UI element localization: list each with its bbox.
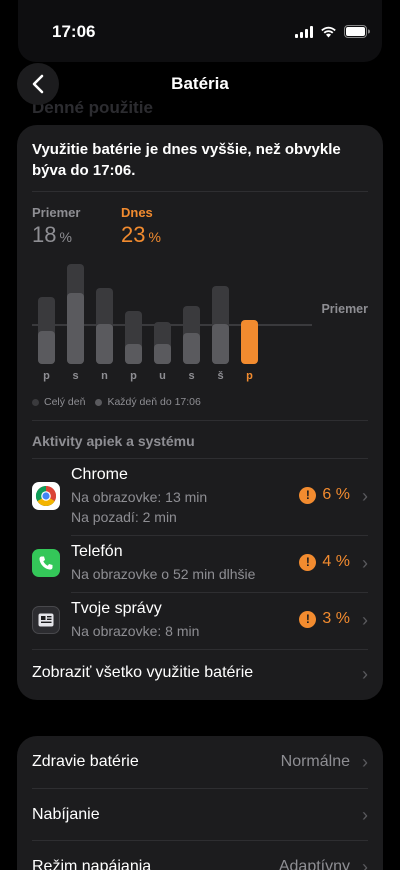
chart-bar[interactable]	[96, 255, 113, 364]
legend-item-until-now: Každý deň do 17:06	[95, 396, 201, 408]
news-icon	[32, 606, 60, 634]
row-label: Nabíjanie	[32, 806, 100, 823]
today-value: 23%	[121, 222, 161, 247]
average-label: Priemer	[32, 205, 81, 220]
activities-title: Aktivity apiek a systému	[32, 433, 195, 449]
chevron-right-icon: ›	[362, 805, 368, 825]
battery-health-row[interactable]: Zdravie batérie Normálne ›	[32, 752, 368, 772]
app-name: Tvoje správy	[71, 600, 162, 617]
warning-icon: !	[299, 486, 317, 504]
chart-bar[interactable]	[154, 255, 171, 364]
page-title: Batéria	[171, 74, 229, 93]
phone-icon	[32, 549, 60, 577]
chart-day-label: s	[188, 370, 195, 382]
chart-bar[interactable]	[212, 255, 229, 364]
chart-day-label: p	[246, 370, 253, 382]
chevron-right-icon: ›	[362, 553, 368, 573]
chart-bar[interactable]	[125, 255, 142, 364]
warning-icon: !	[299, 610, 317, 628]
app-row-news[interactable]: Tvoje správy Na obrazovke: 8 min ! 3 % ›	[17, 592, 383, 649]
battery-usage-card: Využitie batérie je dnes vyššie, než obv…	[17, 125, 383, 700]
signal-icon	[295, 25, 313, 38]
legend-label: Celý deň	[44, 396, 86, 408]
chart-bar-until-now	[38, 330, 55, 364]
app-name: Telefón	[71, 543, 123, 560]
chart-bar-until-now	[154, 344, 171, 364]
chart-bar[interactable]	[67, 255, 84, 364]
battery-icon	[344, 25, 370, 38]
chevron-right-icon: ›	[362, 486, 368, 506]
chrome-icon	[32, 482, 60, 510]
chevron-right-icon: ›	[362, 664, 368, 684]
chart-bar-until-now	[212, 324, 229, 364]
row-label: Režim napájania	[32, 858, 152, 870]
chart-bar-until-now	[183, 332, 200, 364]
chart-bar-today	[241, 319, 258, 364]
show-all-usage-link[interactable]: Zobraziť všetko využitie batérie	[32, 664, 253, 682]
status-time: 17:06	[52, 22, 96, 41]
status-bar: 17:06	[0, 0, 400, 64]
chart-day-label: s	[72, 370, 79, 382]
chart-bar-until-now	[125, 344, 142, 364]
legend-dot	[32, 398, 39, 406]
average-value: 18%	[32, 222, 72, 247]
chart-bar[interactable]	[183, 255, 200, 364]
warning-icon: !	[299, 553, 317, 571]
today-label: Dnes	[121, 205, 153, 220]
app-detail: Na obrazovke o 52 min dlhšie	[71, 566, 256, 582]
chart-bar[interactable]	[38, 255, 55, 364]
divider	[32, 788, 368, 789]
divider	[32, 420, 368, 421]
app-percent: ! 6 %	[299, 486, 350, 504]
wifi-icon	[320, 26, 337, 38]
divider	[32, 191, 368, 192]
app-row-phone[interactable]: Telefón Na obrazovke o 52 min dlhšie ! 4…	[17, 535, 383, 592]
row-label: Zdravie batérie	[32, 753, 139, 770]
chart-day-label: u	[159, 370, 166, 382]
status-icons	[295, 25, 370, 38]
divider	[32, 649, 368, 650]
battery-settings-card: Zdravie batérie Normálne › Nabíjanie › R…	[17, 736, 383, 870]
app-detail: Na pozadí: 2 min	[71, 509, 177, 525]
app-percent: ! 3 %	[299, 610, 350, 628]
chart-bar-until-now	[67, 292, 84, 364]
row-value: Adaptívny	[278, 858, 350, 870]
app-name: Chrome	[71, 466, 128, 483]
legend-dot	[95, 398, 103, 406]
chevron-right-icon: ›	[362, 752, 368, 772]
chart-bar-until-now	[96, 324, 113, 364]
chart-day-label: n	[101, 370, 108, 382]
app-detail: Na obrazovke: 13 min	[71, 489, 208, 505]
app-detail: Na obrazovke: 8 min	[71, 623, 200, 639]
chart-day-label: p	[130, 370, 137, 382]
chart-day-label: š	[217, 370, 224, 382]
legend-label: Každý deň do 17:06	[107, 396, 201, 408]
usage-bar-chart[interactable]: p s n p u s š p Priemer	[17, 255, 383, 390]
row-value: Normálne	[280, 753, 350, 770]
chart-bar[interactable]	[241, 255, 258, 364]
power-mode-row[interactable]: Režim napájania Adaptívny ›	[32, 857, 368, 870]
average-line-label: Priemer	[321, 302, 368, 316]
divider	[32, 840, 368, 841]
charging-row[interactable]: Nabíjanie ›	[32, 805, 368, 825]
chevron-right-icon: ›	[362, 610, 368, 630]
app-percent: ! 4 %	[299, 553, 350, 571]
usage-headline: Využitie batérie je dnes vyššie, než obv…	[32, 141, 341, 179]
chart-legend: Celý deň Každý deň do 17:06	[32, 396, 201, 408]
chevron-right-icon: ›	[362, 857, 368, 870]
chart-day-label: p	[43, 370, 50, 382]
legend-item-full-day: Celý deň	[32, 396, 85, 408]
app-row-chrome[interactable]: Chrome Na obrazovke: 13 min Na pozadí: 2…	[17, 458, 383, 535]
